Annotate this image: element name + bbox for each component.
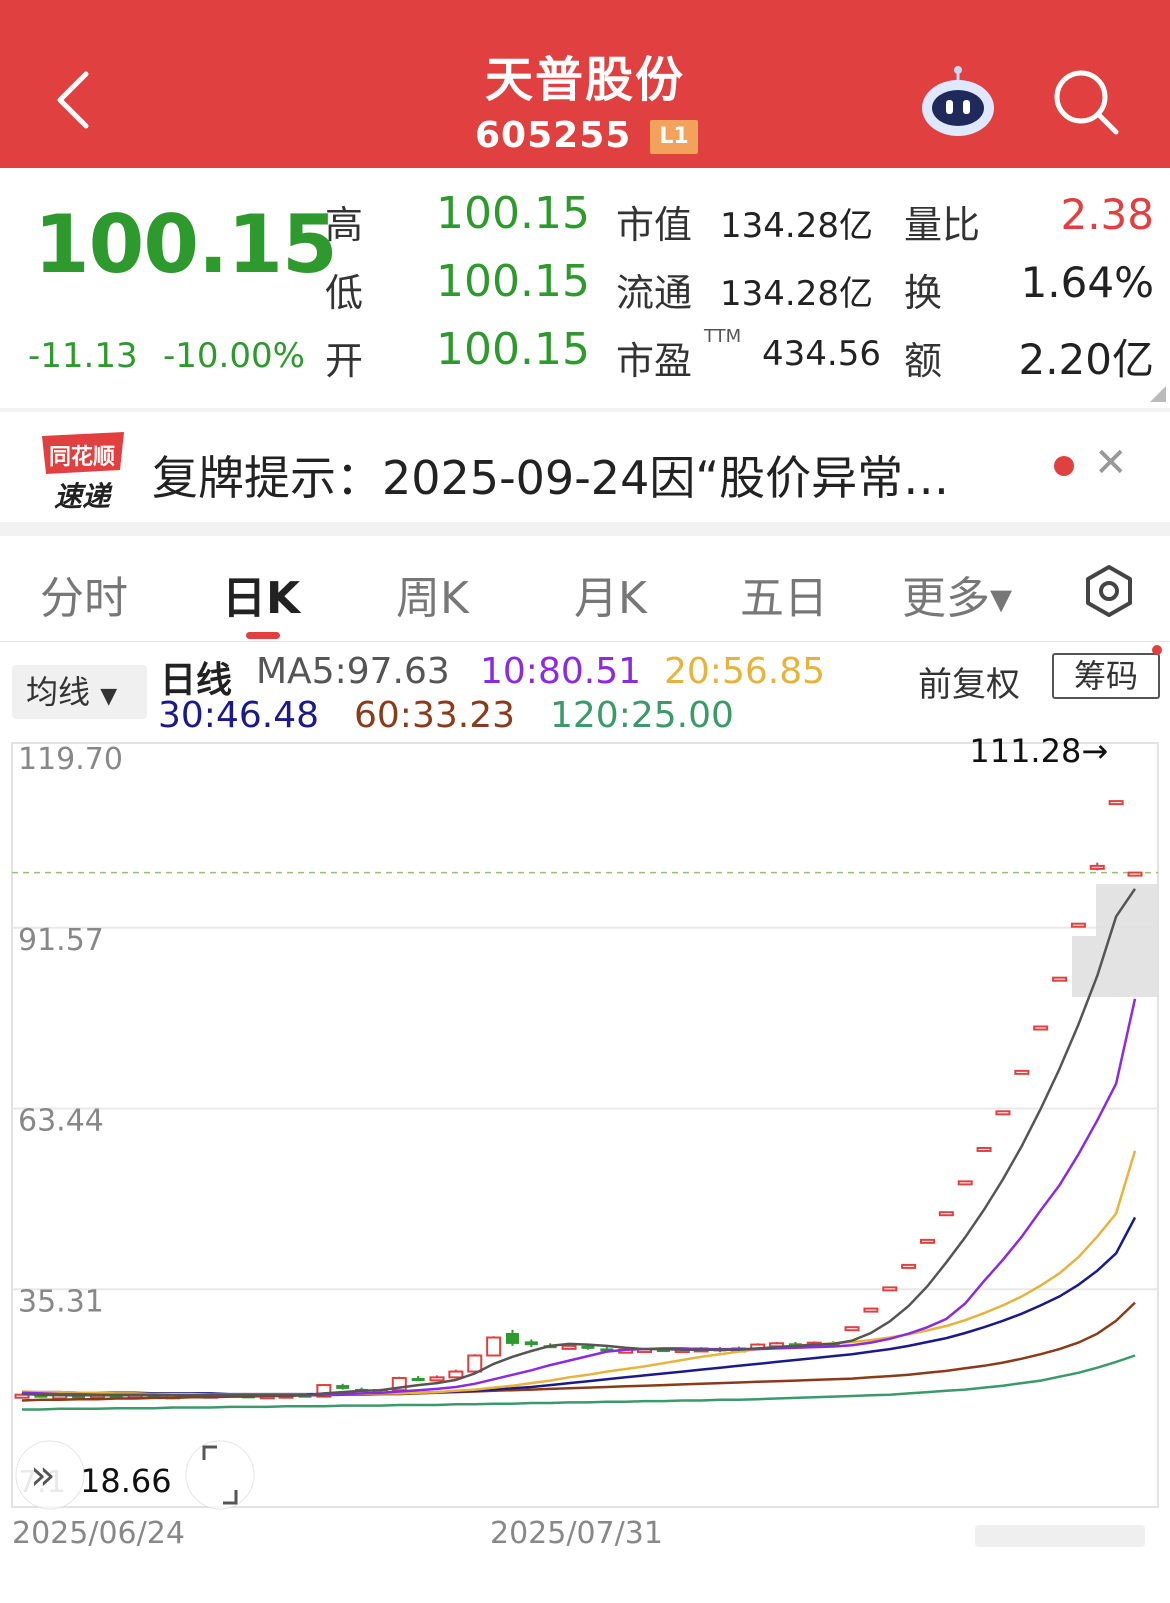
news-logo-bottom: 速递 (54, 480, 113, 513)
candle-body (1070, 922, 1086, 928)
quote-panel: 100.15 -11.13 -10.00% 高 低 开 100.15 100.1… (0, 168, 1170, 410)
candle-body (505, 1333, 519, 1344)
candle-body (1033, 1025, 1049, 1031)
low-label: 低 (325, 271, 364, 315)
candle-body (486, 1336, 502, 1357)
unread-dot (1054, 456, 1074, 476)
turnover-label: 换 (904, 271, 943, 315)
y-tick-label: 35.31 (18, 1284, 104, 1319)
ma60-legend: 60:33.23 (354, 695, 515, 736)
turnover-value: 1.64% (1020, 258, 1154, 307)
candle-body (524, 1341, 538, 1346)
candle-body (467, 1354, 483, 1373)
candle-body (957, 1180, 973, 1186)
candle-body (901, 1263, 917, 1269)
volratio-value: 2.38 (1060, 190, 1154, 239)
chip-distribution-bar (1096, 884, 1158, 936)
active-tab-indicator (246, 632, 280, 639)
candle-body (581, 1345, 595, 1349)
ma10-legend: 10:80.51 (480, 651, 641, 692)
kline-chart[interactable]: 119.7091.5763.4435.31111.28→7.118.66»202… (0, 735, 1170, 1603)
candle-body (429, 1376, 445, 1382)
y-tick-label: 119.70 (18, 742, 123, 777)
candle-body (561, 1344, 577, 1350)
ma-button-label: 均线 (26, 673, 91, 711)
ma-select-button[interactable]: 均线 ▼ (12, 665, 147, 719)
candle-body (1089, 864, 1105, 870)
x-tick-label: 2025/06/24 (12, 1516, 185, 1551)
app-header: 天普股份 605255 L1 (0, 0, 1170, 168)
max-price-label: 111.28→ (969, 735, 1108, 770)
low-value: 100.15 (436, 256, 590, 307)
gear-icon[interactable] (1082, 564, 1136, 618)
chart-tabs: 分时 日K 周K 月K 五日 更多▾ (0, 540, 1170, 642)
high-value: 100.15 (436, 188, 590, 239)
chips-button[interactable]: 筹码 (1052, 653, 1160, 699)
close-icon[interactable]: ✕ (1094, 440, 1128, 486)
tab-daily-k[interactable]: 日K (222, 562, 300, 626)
candle-body (976, 1146, 992, 1152)
candle-body (919, 1238, 935, 1244)
min-price-label: 18.66 (80, 1462, 172, 1500)
candle-body (938, 1211, 954, 1217)
candle-body (844, 1326, 860, 1332)
x-tick-label: 2025/07/31 (490, 1516, 663, 1551)
tab-more[interactable]: 更多▾ (902, 562, 1012, 626)
stock-code: 605255 (475, 115, 632, 156)
ma-legend: 均线 ▼ 日线 MA5:97.63 10:80.51 20:56.85 30:4… (0, 645, 1170, 736)
y-tick-label: 63.44 (18, 1104, 104, 1139)
mktcap-label: 市值 (616, 203, 693, 247)
news-logo-top: 同花顺 (49, 444, 115, 470)
candle-body (1052, 976, 1068, 982)
news-bar[interactable]: 同花顺 速递 复牌提示：2025-09-24因“股价异常… (0, 412, 1170, 522)
candle-body (995, 1110, 1011, 1116)
candle-body (863, 1307, 879, 1313)
pe-value: 434.56 (762, 334, 881, 374)
search-icon[interactable] (1052, 68, 1120, 136)
candle-body (1127, 871, 1143, 877)
ma30-legend: 30:46.48 (158, 695, 319, 736)
chevron-down-icon: ▼ (100, 684, 118, 709)
adjust-label[interactable]: 前复权 (918, 657, 1020, 706)
candle-body (1014, 1069, 1030, 1075)
price-change-pct: -10.00% (163, 336, 305, 376)
expand-corner-icon[interactable] (1150, 386, 1166, 402)
tab-monthly-k[interactable]: 月K (574, 562, 647, 626)
robot-assistant-icon[interactable] (918, 64, 998, 138)
candle-body (1108, 800, 1124, 806)
news-logo: 同花顺 速递 (42, 432, 124, 513)
chip-distribution-bar (1072, 936, 1158, 997)
level-badge: L1 (650, 120, 698, 154)
current-price: 100.15 (34, 198, 338, 291)
divider (0, 522, 1170, 536)
news-text[interactable]: 复牌提示：2025-09-24因“股价异常… (152, 442, 949, 508)
pe-label: 市盈 (616, 339, 693, 383)
amount-label: 额 (904, 339, 943, 383)
ma5-legend: MA5:97.63 (256, 651, 450, 692)
float-value: 134.28亿 (720, 274, 873, 314)
high-label: 高 (325, 203, 364, 247)
scroll-thumb (975, 1525, 1145, 1547)
tab-intraday[interactable]: 分时 (40, 562, 128, 626)
pe-ttm-superscript: TTM (704, 326, 742, 347)
candle-body (336, 1385, 350, 1389)
amount-value: 2.20亿 (1018, 335, 1154, 384)
open-value: 100.15 (436, 324, 590, 375)
open-label: 开 (325, 339, 364, 383)
tab-five-day[interactable]: 五日 (740, 562, 828, 626)
ma120-legend: 120:25.00 (550, 695, 734, 736)
tab-weekly-k[interactable]: 周K (396, 562, 469, 626)
candle-body (882, 1286, 898, 1292)
double-chevron-icon: » (30, 1450, 56, 1499)
chips-dot (1152, 645, 1162, 655)
y-tick-label: 91.57 (18, 923, 104, 958)
float-label: 流通 (616, 271, 693, 315)
fullscreen-button (185, 1440, 255, 1510)
candle-body (411, 1377, 425, 1381)
mktcap-value: 134.28亿 (720, 206, 873, 246)
price-change: -11.13 (28, 336, 138, 376)
ma20-legend: 20:56.85 (664, 651, 825, 692)
candle-body (448, 1370, 464, 1379)
